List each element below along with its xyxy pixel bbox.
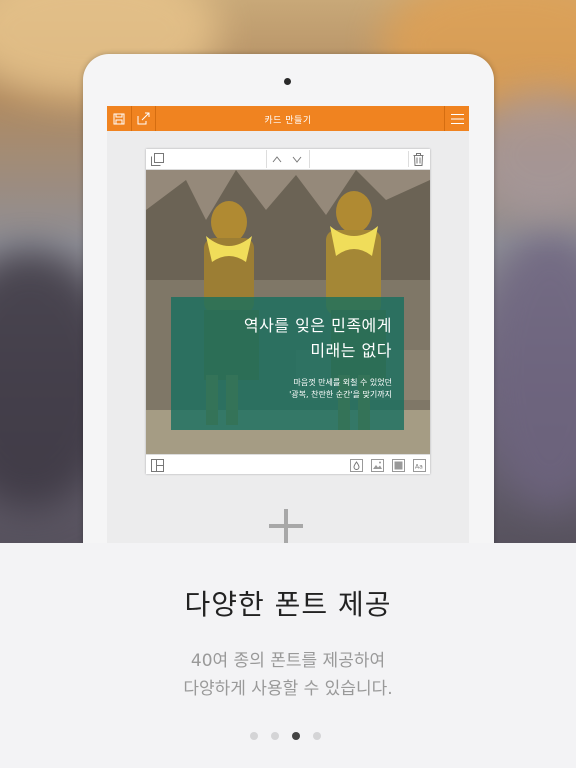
image-button[interactable]: [369, 457, 385, 473]
color-button[interactable]: [348, 457, 364, 473]
background-icon: [391, 458, 405, 472]
font-icon: Aa: [412, 458, 426, 472]
card-subtext: 마음껏 만세를 외칠 수 있었던 '광복, 찬란한 순간'을 맞기까지: [289, 378, 392, 399]
duplicate-card-button[interactable]: [149, 151, 165, 167]
card-photo[interactable]: 역사를 잊은 민족에게 미래는 없다 마음껏 만세를 외칠 수 있었던 '광복,…: [146, 170, 430, 454]
text-overlay[interactable]: 역사를 잊은 민족에게 미래는 없다 마음껏 만세를 외칠 수 있었던 '광복,…: [171, 297, 404, 430]
add-card-icon[interactable]: [269, 509, 303, 543]
page-dot[interactable]: [271, 732, 279, 740]
delete-card-button[interactable]: [408, 151, 427, 167]
font-button[interactable]: Aa: [411, 457, 427, 473]
image-icon: [370, 458, 384, 472]
card-editor: 역사를 잊은 민족에게 미래는 없다 마음껏 만세를 외칠 수 있었던 '광복,…: [146, 149, 430, 474]
move-down-button[interactable]: [288, 151, 306, 167]
menu-button[interactable]: [444, 106, 469, 131]
svg-text:Aa: Aa: [415, 463, 423, 470]
page-dot[interactable]: [313, 732, 321, 740]
page-indicator: [250, 732, 330, 742]
chevron-down-icon: [292, 156, 302, 163]
camera-dot: [284, 78, 291, 85]
tablet-frame: 카드 만들기 역사를 잊은 민족에게 미래는 없다 마음껏 만세를 외칠 수 있…: [83, 54, 494, 576]
hamburger-icon: [450, 113, 464, 124]
card-headline: 역사를 잊은 민족에게 미래는 없다: [243, 316, 392, 360]
app-screen: 카드 만들기 역사를 잊은 민족에게 미래는 없다 마음껏 만세를 외칠 수 있…: [107, 106, 469, 576]
promo-panel: 다양한 폰트 제공 40여 종의 폰트를 제공하여 다양하게 사용할 수 있습니…: [0, 543, 576, 768]
chevron-up-icon: [272, 155, 282, 162]
page-dot-active[interactable]: [292, 732, 300, 740]
app-title: 카드 만들기: [264, 116, 312, 126]
page-dot[interactable]: [250, 732, 258, 740]
copy-icon: [150, 152, 164, 166]
trash-icon: [413, 152, 423, 166]
background-button[interactable]: [390, 457, 406, 473]
promo-description: 40여 종의 폰트를 제공하여 다양하게 사용할 수 있습니다.: [183, 651, 393, 699]
card-bottom-toolbar: Aa: [146, 454, 430, 475]
card-top-toolbar: [146, 149, 430, 170]
layout-icon: [150, 458, 164, 472]
layout-button[interactable]: [149, 457, 165, 473]
promo-title: 다양한 폰트 제공: [184, 588, 392, 621]
app-toolbar: 카드 만들기: [107, 106, 469, 131]
move-up-button[interactable]: [268, 151, 286, 167]
droplet-icon: [349, 458, 363, 472]
